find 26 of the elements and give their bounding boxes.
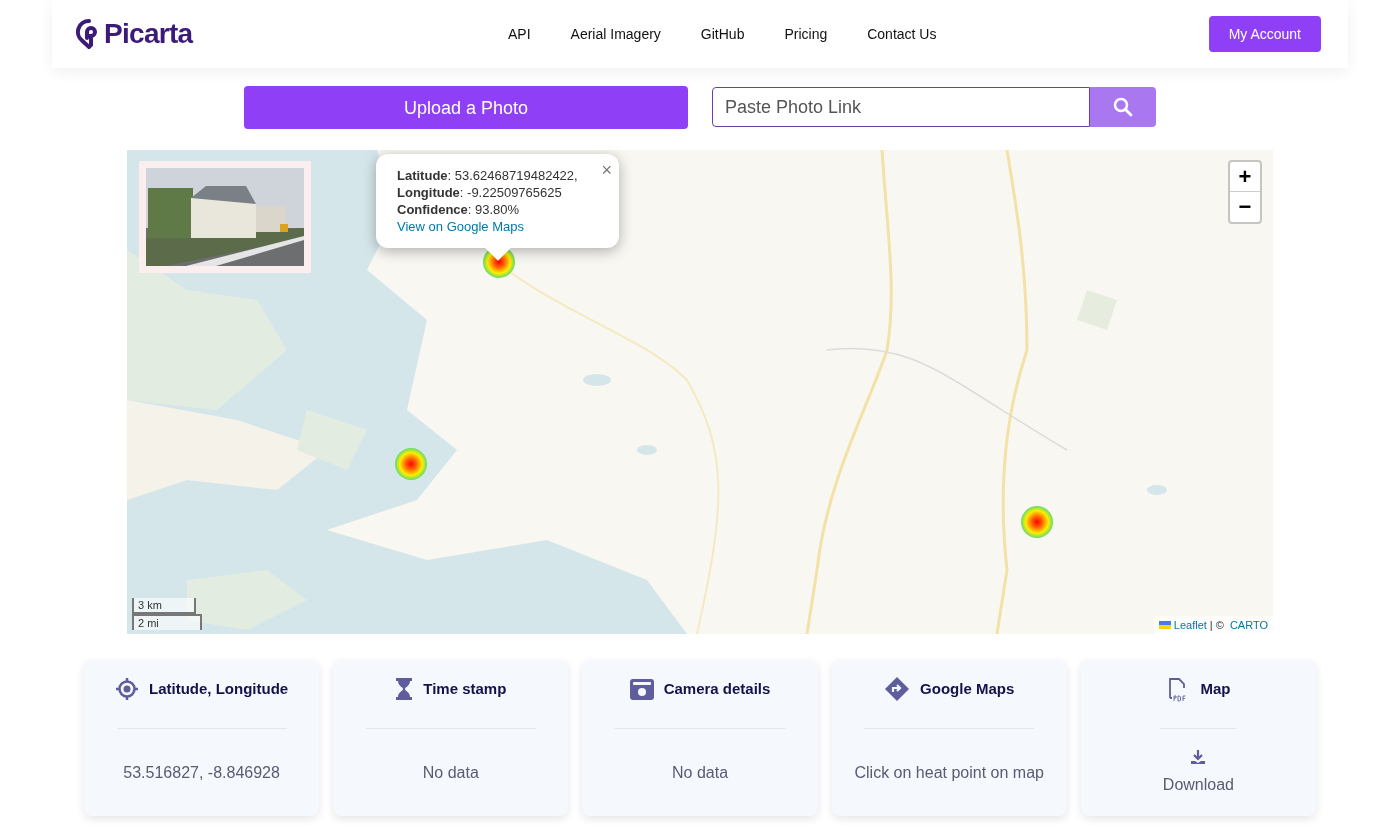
crosshair-icon: [115, 677, 139, 701]
card-title: Latitude, Longitude: [149, 678, 289, 699]
my-account-button[interactable]: My Account: [1208, 16, 1321, 52]
upload-photo-button[interactable]: Upload a Photo: [244, 86, 688, 129]
search-icon: [1113, 97, 1133, 117]
card-value: 53.516827, -8.846928: [123, 763, 280, 783]
card-title: Map: [1200, 678, 1231, 699]
download-button[interactable]: Download: [1162, 749, 1234, 797]
card-title: Google Maps: [920, 678, 1015, 699]
hourglass-icon: [395, 677, 414, 701]
card-value: No data: [672, 763, 729, 783]
brand-name[interactable]: Picarta: [104, 13, 193, 55]
card-title: Time stamp: [423, 678, 507, 699]
download-icon: [1190, 749, 1207, 765]
card-title: Camera details: [663, 678, 771, 699]
nav-link[interactable]: GitHub: [700, 24, 745, 44]
card-value: No data: [422, 763, 479, 783]
camera-icon: [629, 678, 654, 700]
photo-link-field[interactable]: Paste Photo Link: [712, 87, 1090, 127]
nav-link[interactable]: Aerial Imagery: [570, 24, 661, 44]
nav-link[interactable]: Contact Us: [867, 24, 937, 44]
search-button[interactable]: [1090, 87, 1156, 127]
nav-link[interactable]: Pricing: [784, 24, 828, 44]
directions-icon: [884, 676, 911, 702]
card-value: Click on heat point on map: [854, 763, 1044, 783]
nav-link[interactable]: API: [508, 24, 531, 44]
